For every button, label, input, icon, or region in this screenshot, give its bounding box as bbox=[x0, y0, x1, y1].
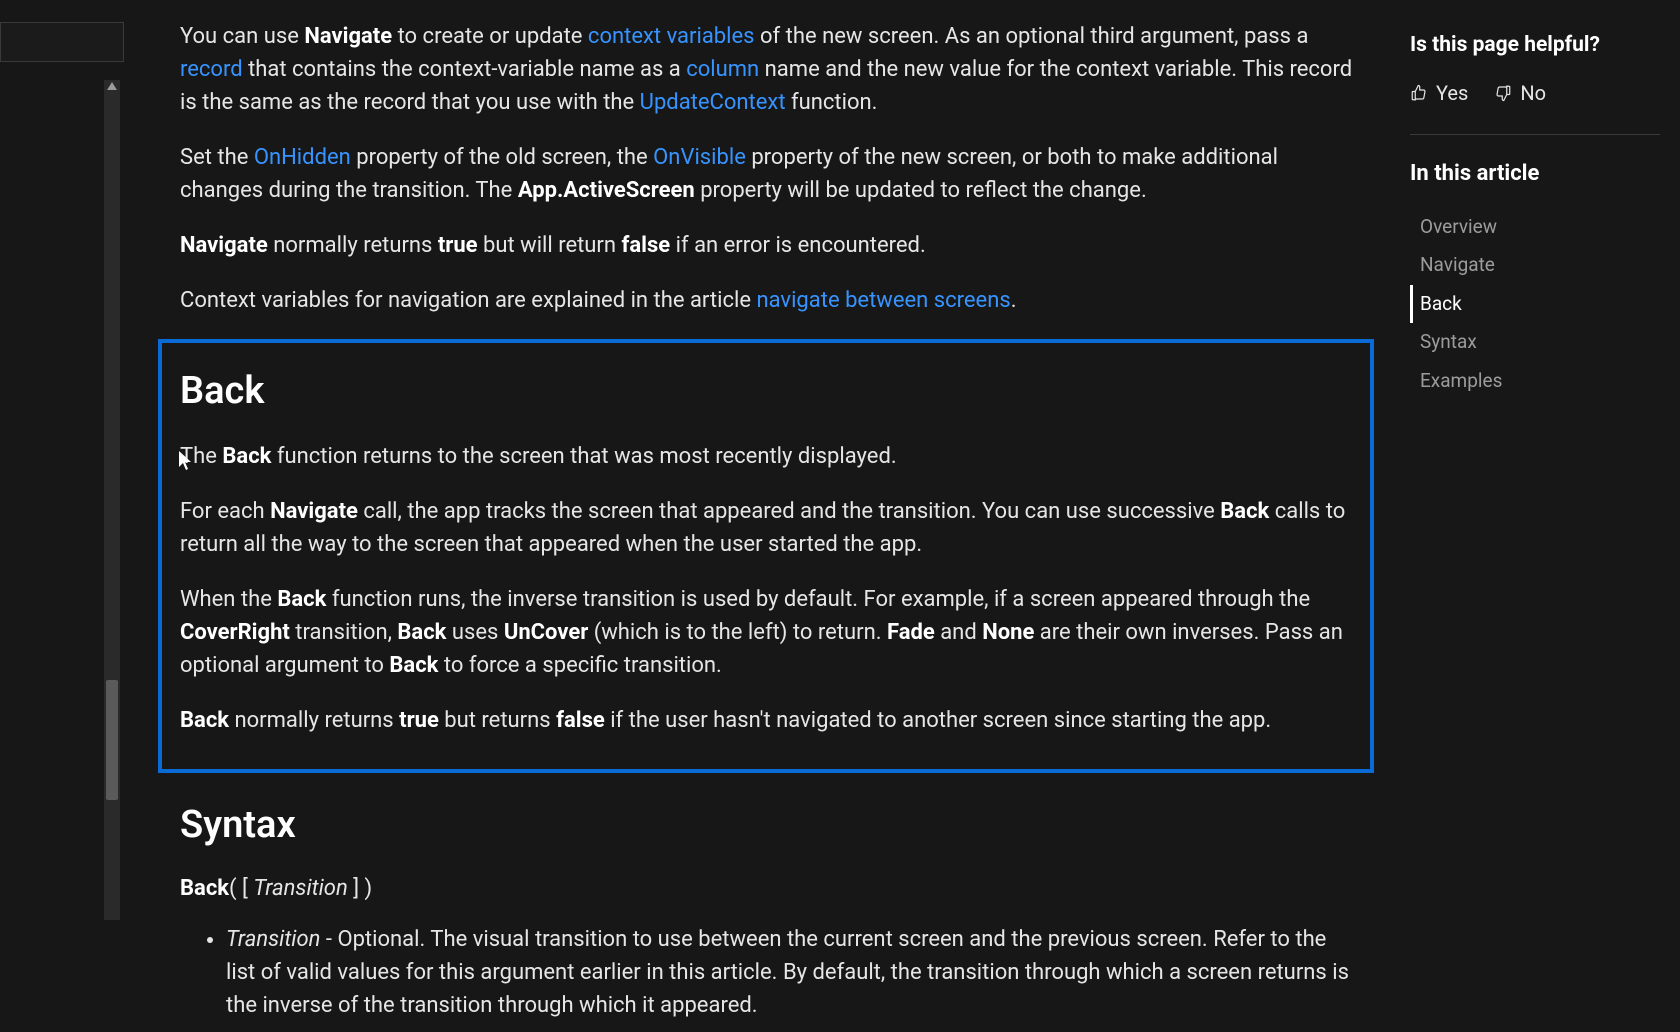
text: if an error is encountered. bbox=[670, 233, 926, 258]
bold-false: false bbox=[556, 708, 605, 733]
text: function returns to the screen that was … bbox=[271, 444, 896, 469]
text: . bbox=[1011, 288, 1017, 313]
back-paragraph-2: For each Navigate call, the app tracks t… bbox=[180, 495, 1352, 561]
text: and bbox=[935, 620, 982, 645]
toc-list: Overview Navigate Back Syntax Examples bbox=[1410, 208, 1660, 401]
feedback-title: Is this page helpful? bbox=[1410, 30, 1660, 62]
back-paragraph-3: When the Back function runs, the inverse… bbox=[180, 583, 1352, 682]
syntax-heading: Syntax bbox=[180, 797, 1360, 854]
text: (which is to the left) to return. bbox=[588, 620, 887, 645]
bold-back: Back bbox=[397, 620, 446, 645]
feedback-no-button[interactable]: No bbox=[1494, 78, 1546, 108]
text: call, the app tracks the screen that app… bbox=[358, 499, 1220, 524]
back-heading: Back bbox=[180, 363, 1352, 420]
intro-paragraph-1: You can use Navigate to create or update… bbox=[180, 20, 1360, 119]
bold-navigate: Navigate bbox=[304, 24, 392, 49]
syntax-param: Transition bbox=[253, 876, 347, 901]
bold-none: None bbox=[982, 620, 1034, 645]
text: normally returns bbox=[268, 233, 438, 258]
text: but returns bbox=[439, 708, 556, 733]
scrollbar-thumb[interactable] bbox=[106, 680, 118, 800]
toc-title: In this article bbox=[1410, 157, 1660, 190]
bold-navigate: Navigate bbox=[180, 233, 268, 258]
text: normally returns bbox=[229, 708, 399, 733]
param-name: Transition bbox=[226, 927, 320, 952]
text: Context variables for navigation are exp… bbox=[180, 288, 756, 313]
toc-item-back[interactable]: Back bbox=[1410, 285, 1660, 324]
syntax-open: ( [ bbox=[229, 876, 253, 901]
link-column[interactable]: column bbox=[686, 57, 759, 82]
feedback-no-label: No bbox=[1520, 78, 1546, 108]
text: The bbox=[180, 444, 222, 469]
search-input[interactable] bbox=[0, 22, 124, 62]
back-section-highlight: Back The Back function returns to the sc… bbox=[158, 339, 1374, 773]
back-paragraph-4: Back normally returns true but returns f… bbox=[180, 704, 1352, 737]
bold-uncover: UnCover bbox=[504, 620, 588, 645]
text: You can use bbox=[180, 24, 304, 49]
feedback-yes-label: Yes bbox=[1436, 78, 1468, 108]
thumbs-up-icon bbox=[1410, 84, 1428, 102]
text: property of the old screen, the bbox=[351, 145, 653, 170]
text: function runs, the inverse transition is… bbox=[326, 587, 1310, 612]
toc-item-navigate[interactable]: Navigate bbox=[1410, 246, 1660, 285]
text: of the new screen. As an optional third … bbox=[755, 24, 1309, 49]
bold-coverright: CoverRight bbox=[180, 620, 290, 645]
text: if the user hasn't navigated to another … bbox=[605, 708, 1271, 733]
text: When the bbox=[180, 587, 277, 612]
intro-paragraph-4: Context variables for navigation are exp… bbox=[180, 284, 1360, 317]
text: that contains the context-variable name … bbox=[243, 57, 687, 82]
link-record[interactable]: record bbox=[180, 57, 243, 82]
intro-paragraph-2: Set the OnHidden property of the old scr… bbox=[180, 141, 1360, 207]
bold-back: Back bbox=[222, 444, 271, 469]
sidebar-divider bbox=[1410, 134, 1660, 135]
bold-back: Back bbox=[180, 708, 229, 733]
bold-false: false bbox=[622, 233, 671, 258]
scroll-up-icon[interactable] bbox=[107, 82, 117, 90]
toc-item-syntax[interactable]: Syntax bbox=[1410, 323, 1660, 362]
syntax-close: ] ) bbox=[348, 876, 372, 901]
toc-item-examples[interactable]: Examples bbox=[1410, 362, 1660, 401]
syntax-param-list: Transition - Optional. The visual transi… bbox=[180, 923, 1360, 1022]
text: uses bbox=[446, 620, 503, 645]
text: to create or update bbox=[392, 24, 588, 49]
text: function. bbox=[786, 90, 878, 115]
bold-true: true bbox=[399, 708, 439, 733]
bold-activescreen: App.ActiveScreen bbox=[518, 178, 695, 203]
text: transition, bbox=[290, 620, 398, 645]
intro-paragraph-3: Navigate normally returns true but will … bbox=[180, 229, 1360, 262]
bold-back: Back bbox=[277, 587, 326, 612]
toc-item-overview[interactable]: Overview bbox=[1410, 208, 1660, 247]
back-paragraph-1: The Back function returns to the screen … bbox=[180, 440, 1352, 473]
bold-true: true bbox=[438, 233, 478, 258]
feedback-yes-button[interactable]: Yes bbox=[1410, 78, 1468, 108]
right-sidebar: Is this page helpful? Yes No In this art… bbox=[1410, 30, 1660, 400]
text: For each bbox=[180, 499, 270, 524]
text: to force a specific transition. bbox=[438, 653, 721, 678]
bold-navigate: Navigate bbox=[270, 499, 358, 524]
thumbs-down-icon bbox=[1494, 84, 1512, 102]
vertical-scrollbar[interactable] bbox=[104, 80, 120, 920]
article-content: You can use Navigate to create or update… bbox=[180, 20, 1360, 1032]
link-onhidden[interactable]: OnHidden bbox=[254, 145, 351, 170]
link-navigate-between-screens[interactable]: navigate between screens bbox=[756, 288, 1010, 313]
text: but will return bbox=[478, 233, 622, 258]
text: property will be updated to reflect the … bbox=[695, 178, 1147, 203]
text: Set the bbox=[180, 145, 254, 170]
param-desc: - Optional. The visual transition to use… bbox=[226, 927, 1349, 1018]
bold-back: Back bbox=[389, 653, 438, 678]
syntax-signature: Back( [ Transition ] ) bbox=[180, 872, 1360, 905]
link-onvisible[interactable]: OnVisible bbox=[653, 145, 746, 170]
feedback-buttons: Yes No bbox=[1410, 78, 1660, 108]
link-context-variables[interactable]: context variables bbox=[588, 24, 755, 49]
syntax-param-item: Transition - Optional. The visual transi… bbox=[226, 923, 1360, 1022]
bold-fade: Fade bbox=[887, 620, 935, 645]
link-updatecontext[interactable]: UpdateContext bbox=[640, 90, 786, 115]
bold-back: Back bbox=[1220, 499, 1269, 524]
syntax-fn-name: Back bbox=[180, 876, 229, 901]
